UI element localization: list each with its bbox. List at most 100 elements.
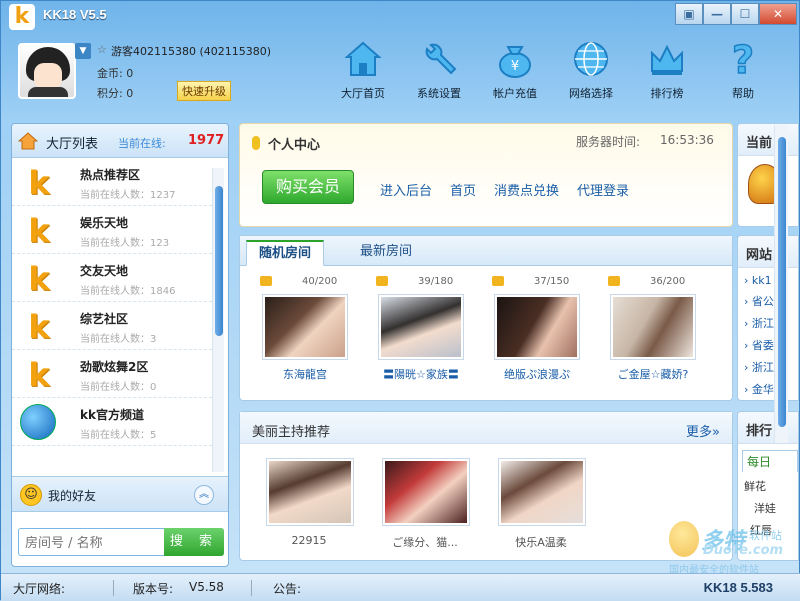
nav-ranking[interactable]: 排行榜 — [629, 37, 705, 101]
link-backend[interactable]: 进入后台 — [380, 180, 432, 199]
room-name[interactable]: 绝版ぷ浪漫ぷ — [472, 366, 602, 382]
host-photo[interactable] — [266, 458, 354, 526]
rank-panel-title: 排行 — [738, 412, 798, 444]
tab-random-rooms[interactable]: 随机房间 — [246, 240, 325, 266]
lock-icon — [492, 276, 504, 286]
site-news-link[interactable]: › 金华 — [744, 381, 798, 397]
more-link[interactable]: 更多» — [686, 421, 720, 440]
link-home[interactable]: 首页 — [450, 180, 476, 199]
scrollbar-thumb[interactable] — [778, 137, 786, 427]
scrollbar-thumb[interactable] — [215, 186, 223, 336]
points-label: 积分: — [97, 87, 123, 100]
room-name[interactable]: 〓陽晄☆家族〓 — [356, 366, 486, 382]
right-scrollbar[interactable] — [774, 125, 788, 443]
site-news-link[interactable]: › 省公 — [744, 293, 798, 309]
nav-recharge[interactable]: ¥ 帐户充值 — [477, 37, 553, 101]
rank-entry[interactable]: 洋娃 — [754, 500, 798, 516]
quick-upgrade-button[interactable]: 快速升级 — [177, 81, 231, 101]
points-value: 0 — [126, 87, 134, 100]
nav-home[interactable]: 大厅首页 — [325, 37, 401, 101]
minimize-button[interactable]: — — [703, 3, 731, 25]
user-name: 游客402115380 (402115380) — [111, 45, 272, 58]
room-card[interactable]: 36/200 ご金屋☆藏娇? — [588, 272, 704, 400]
link-agent-login[interactable]: 代理登录 — [577, 180, 629, 199]
search-button[interactable]: 搜 索 — [164, 528, 224, 556]
nav-ranking-label: 排行榜 — [650, 87, 684, 100]
nav-help[interactable]: ? 帮助 — [705, 37, 781, 101]
close-button[interactable]: ✕ — [759, 3, 797, 25]
lock-icon — [608, 276, 620, 286]
nav-network[interactable]: 网络选择 — [553, 37, 629, 101]
nav-settings[interactable]: 系统设置 — [401, 37, 477, 101]
mini-mode-button[interactable]: ▣ — [675, 3, 703, 25]
hall-name: 娱乐天地 — [80, 216, 129, 230]
host-name[interactable]: 快乐A温柔 — [486, 534, 596, 550]
avatar-dropdown-icon[interactable]: ▼ — [75, 43, 91, 59]
site-news-link[interactable]: › 省委 — [744, 337, 798, 353]
hall-name: kk官方频道 — [80, 408, 144, 422]
server-time: 16:53:36 — [660, 133, 714, 147]
hall-online: 当前在线人数：1237 — [80, 190, 176, 201]
hosts-header: 美丽主持推荐 更多» — [240, 412, 732, 444]
hall-scrollbar[interactable] — [212, 168, 224, 472]
top-nav: 大厅首页 系统设置 ¥ 帐户充值 网络选择 排行榜 ? 帮助 — [325, 37, 781, 101]
nav-settings-label: 系统设置 — [417, 87, 461, 100]
mascot-icon — [669, 521, 699, 557]
nav-home-label: 大厅首页 — [341, 87, 385, 100]
watermark-domain: DuoTe.com — [703, 543, 784, 558]
hall-online: 当前在线人数：3 — [80, 334, 157, 345]
notice-label: 公告: — [273, 582, 302, 596]
room-thumbnail[interactable] — [610, 294, 696, 360]
nav-recharge-label: 帐户充值 — [493, 87, 537, 100]
room-card[interactable]: 37/150 绝版ぷ浪漫ぷ — [472, 272, 588, 400]
room-card[interactable]: 40/200 东海龍宫 — [240, 272, 356, 400]
room-name[interactable]: 东海龍宫 — [240, 366, 370, 382]
title-bar[interactable]: k KK18 V5.5 ▣ — ☐ ✕ — [1, 1, 800, 31]
server-time-label: 服务器时间: — [576, 135, 641, 149]
right-current-panel: 当前 — [737, 123, 799, 227]
buy-vip-button[interactable]: 购买会员 — [262, 170, 354, 204]
list-item[interactable]: kk官方频道 当前在线人数：5 — [12, 398, 212, 446]
site-news-link[interactable]: › 浙江 — [744, 359, 798, 375]
room-thumbnail[interactable] — [262, 294, 348, 360]
host-photo[interactable] — [382, 458, 470, 526]
list-item[interactable]: k 热点推荐区 当前在线人数：1237 — [12, 158, 212, 206]
right-site-panel: 网站 › kk1 › 省公 › 浙江 › 省委 › 浙江 › 金华 — [737, 235, 799, 401]
link-points-exchange[interactable]: 消费点兑换 — [494, 180, 559, 199]
room-card[interactable]: 39/180 〓陽晄☆家族〓 — [356, 272, 472, 400]
list-item[interactable]: k 综艺社区 当前在线人数：3 — [12, 302, 212, 350]
collapse-icon[interactable]: ︽ — [194, 485, 214, 505]
rank-entry[interactable]: 鲜花 — [744, 478, 798, 494]
rooms-panel: 随机房间 最新房间 40/200 东海龍宫 39/180 〓陽晄☆家族〓 37/… — [239, 235, 733, 401]
bulb-icon — [252, 136, 260, 150]
question-icon: ? — [705, 37, 781, 81]
kk-logo-icon: k — [28, 260, 50, 298]
room-count: 40/200 — [302, 276, 338, 287]
host-name[interactable]: ご缘分、猫... — [370, 534, 480, 550]
tab-new-rooms[interactable]: 最新房间 — [348, 240, 424, 266]
search-input[interactable] — [25, 533, 159, 553]
friends-header[interactable]: ☺ 我的好友 ︽ — [12, 476, 228, 512]
version-label: 版本号: — [133, 582, 174, 596]
host-photo[interactable] — [498, 458, 586, 526]
window-controls: ▣ — ☐ ✕ — [675, 3, 797, 25]
globe-icon — [553, 37, 629, 81]
app-logo: k — [9, 4, 35, 30]
site-news-link[interactable]: › kk1 — [744, 274, 798, 287]
gold-value: 0 — [126, 67, 134, 80]
maximize-button[interactable]: ☐ — [731, 3, 759, 25]
list-item[interactable]: k 劲歌炫舞2区 当前在线人数：0 — [12, 350, 212, 398]
list-item[interactable]: k 交友天地 当前在线人数：1846 — [12, 254, 212, 302]
personal-center-title: 个人中心 — [268, 138, 321, 153]
site-panel-title: 网站 — [738, 236, 798, 268]
rank-tab-daily[interactable]: 每日 — [742, 450, 798, 472]
site-news-link[interactable]: › 浙江 — [744, 315, 798, 331]
room-thumbnail[interactable] — [378, 294, 464, 360]
list-item[interactable]: k 娱乐天地 当前在线人数：123 — [12, 206, 212, 254]
avatar[interactable] — [18, 43, 76, 99]
room-name[interactable]: ご金屋☆藏娇? — [588, 366, 718, 382]
host-name[interactable]: 22915 — [254, 534, 364, 547]
room-search: 搜 索 — [18, 528, 224, 556]
kk-logo-icon: k — [28, 164, 50, 202]
room-thumbnail[interactable] — [494, 294, 580, 360]
